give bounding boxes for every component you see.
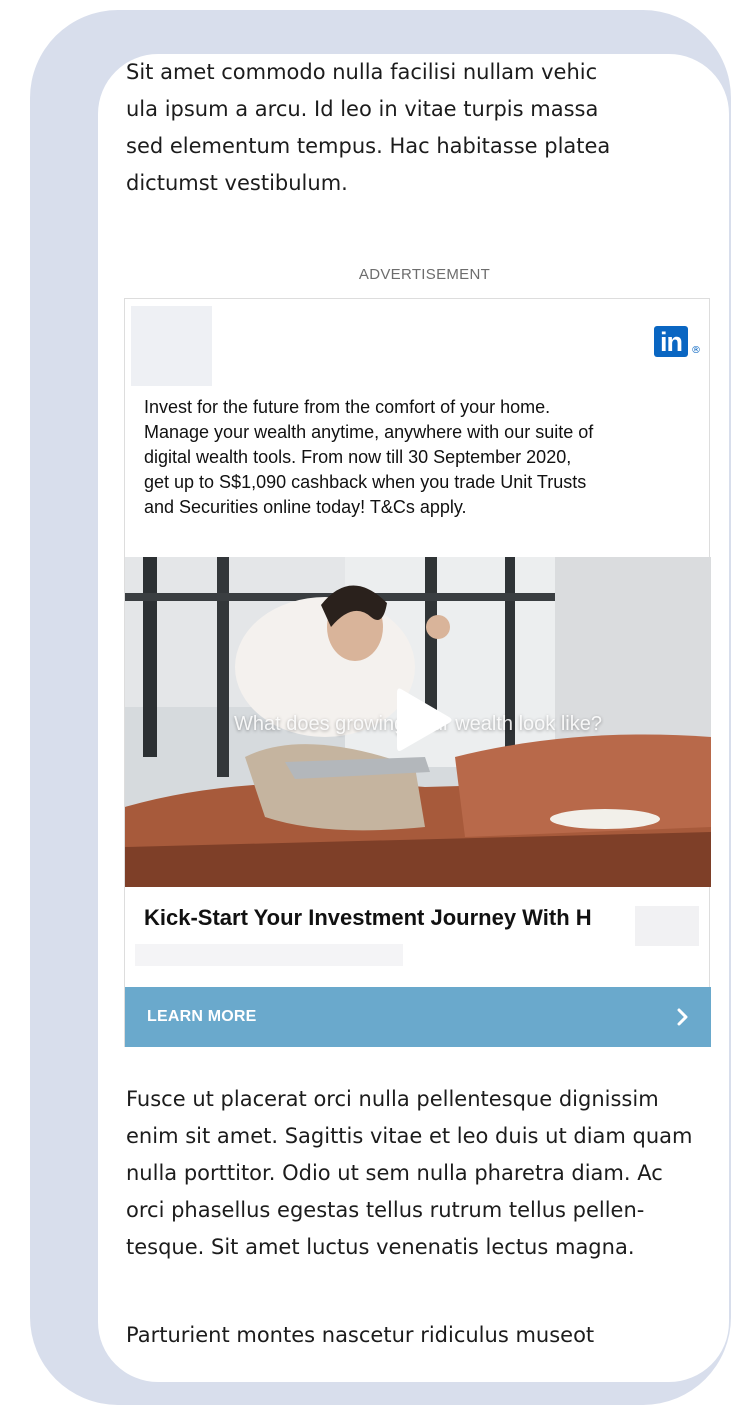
article-line: tesque. Sit amet luctus venenatis lectus…: [126, 1235, 635, 1259]
article-line: Fusce ut placerat orci nulla pellentesqu…: [126, 1087, 659, 1111]
article-line: dictumst vestibulum.: [126, 171, 348, 195]
article-line: nulla porttitor. Odio ut sem nulla phare…: [126, 1161, 663, 1185]
ad-body-text: Invest for the future from the comfort o…: [144, 395, 714, 520]
article-line: enim sit amet. Sagittis vitae et leo dui…: [126, 1124, 693, 1148]
ad-body-line: and Securities online today! T&Cs apply.: [144, 497, 467, 517]
ad-body-line: get up to S$1,090 cashback when you trad…: [144, 472, 587, 492]
advertisement-label: ADVERTISEMENT: [358, 266, 491, 283]
play-icon[interactable]: [393, 685, 455, 755]
learn-more-button[interactable]: LEARN MORE: [125, 987, 711, 1047]
headline-overflow-mask: [635, 906, 699, 946]
article-paragraph-last: Parturient montes nascetur ridiculus mus…: [126, 1317, 716, 1354]
ad-body-line: Manage your wealth anytime, anywhere wit…: [144, 422, 594, 442]
ad-body-line: Invest for the future from the comfort o…: [144, 397, 551, 417]
article-line: ula ipsum a arcu. Id leo in vitae turpis…: [126, 97, 599, 121]
ad-headline[interactable]: Kick-Start Your Investment Journey With …: [144, 905, 592, 931]
linkedin-logo-icon[interactable]: in: [654, 326, 688, 357]
ad-body-line: digital wealth tools. From now till 30 S…: [144, 447, 572, 467]
article-paragraph-top: Sit amet commodo nulla facilisi nullam v…: [126, 54, 666, 202]
phone-frame: Sit amet commodo nulla facilisi nullam v…: [30, 10, 731, 1405]
registered-mark: ®: [691, 345, 701, 356]
learn-more-label: LEARN MORE: [147, 1008, 257, 1025]
ad-subtext-placeholder: [135, 944, 403, 966]
article-line: Sit amet commodo nulla facilisi nullam v…: [126, 60, 598, 84]
chevron-right-icon: [677, 1008, 688, 1026]
article-line: orci phasellus egestas tellus rutrum tel…: [126, 1198, 645, 1222]
article-paragraph-bottom: Fusce ut placerat orci nulla pellentesqu…: [126, 1081, 716, 1266]
phone-screen: Sit amet commodo nulla facilisi nullam v…: [98, 54, 729, 1382]
article-line: sed elementum tempus. Hac habitasse plat…: [126, 134, 611, 158]
advertiser-logo-placeholder[interactable]: [131, 306, 212, 386]
ad-card[interactable]: in ® Invest for the future from the comf…: [124, 298, 711, 1047]
article-line: Parturient montes nascetur ridiculus mus…: [126, 1323, 595, 1347]
video-thumbnail[interactable]: What does growing your wealth look like?: [125, 557, 711, 887]
